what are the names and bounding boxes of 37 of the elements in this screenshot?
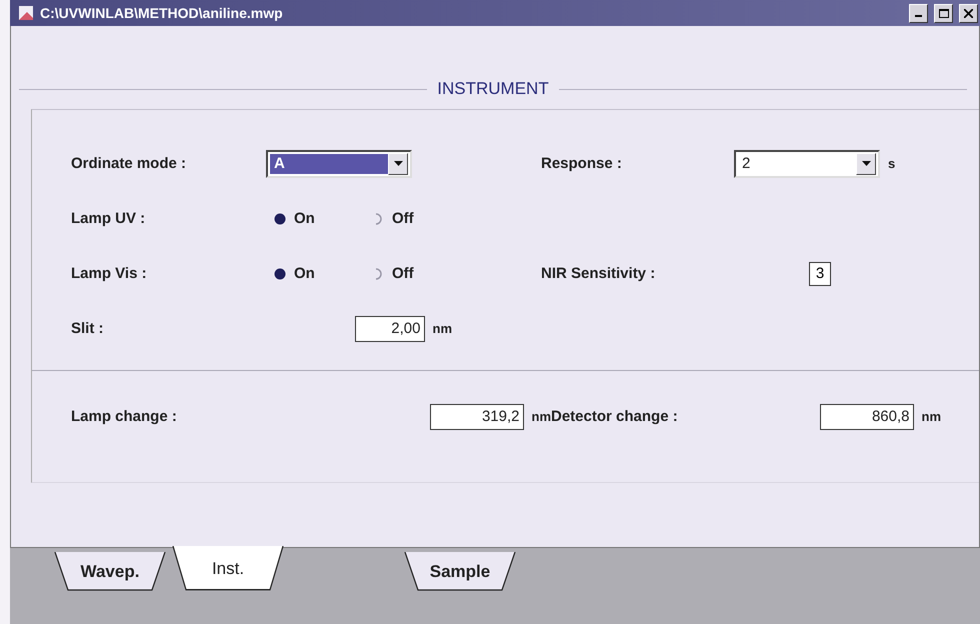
minimize-button[interactable]	[909, 4, 928, 22]
dropdown[interactable]: A	[266, 150, 412, 178]
unit-label: nm	[432, 321, 452, 336]
tab[interactable]: Sample	[404, 552, 516, 592]
radio-label[interactable]: On	[294, 265, 315, 282]
value-field[interactable]: 3	[809, 262, 831, 286]
caret-icon	[394, 161, 402, 166]
field-label: NIR Sensitivity :	[541, 265, 656, 282]
window-title: C:\UVWINLAB\METHOD\aniline.mwp	[40, 5, 284, 21]
dropdown[interactable]: 2	[734, 150, 880, 178]
unit-label: s	[888, 156, 896, 171]
maximize-button[interactable]	[934, 4, 953, 22]
unit-label: nm	[532, 409, 551, 424]
field-label: Slit :	[71, 320, 104, 337]
document-icon	[18, 5, 34, 21]
field-label: Lamp Vis :	[71, 265, 148, 282]
radio-label[interactable]: Off	[392, 265, 414, 282]
field-label: Lamp change :	[71, 408, 178, 425]
tab[interactable]: Inst.	[172, 546, 284, 592]
field-label: Lamp UV :	[71, 210, 146, 227]
section-heading: INSTRUMENT	[437, 79, 549, 99]
field-label: Response :	[541, 155, 623, 172]
radio-label[interactable]: On	[294, 210, 315, 227]
close-button[interactable]	[959, 4, 978, 22]
tab[interactable]: Wavep.	[54, 552, 166, 592]
close-icon	[964, 8, 973, 18]
number-field[interactable]: 319,2	[430, 404, 524, 430]
number-field[interactable]: 2,00	[354, 316, 424, 342]
maximize-icon	[938, 8, 948, 18]
number-field[interactable]: 860,8	[820, 404, 914, 430]
radio-selected-icon[interactable]	[274, 268, 286, 280]
radio-selected-icon[interactable]	[274, 212, 286, 224]
field-label: Detector change :	[551, 408, 679, 425]
radio-label[interactable]: Off	[392, 210, 414, 227]
unit-label: nm	[922, 409, 941, 424]
caret-icon	[862, 161, 870, 166]
field-label: Ordinate mode :	[71, 155, 188, 172]
